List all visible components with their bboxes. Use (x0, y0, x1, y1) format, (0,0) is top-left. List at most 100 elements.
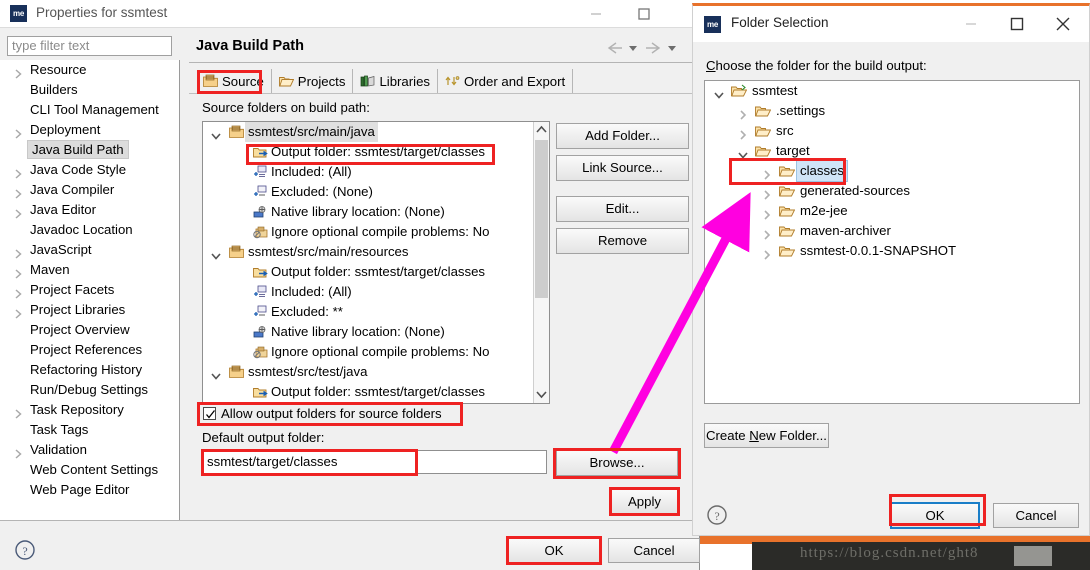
sidebar-item-java-code-style[interactable]: Java Code Style (0, 160, 179, 180)
sidebar-item-project-facets[interactable]: Project Facets (0, 280, 179, 300)
tree-row[interactable]: Excluded: (None) (203, 182, 549, 202)
sidebar-item-task-repository[interactable]: Task Repository (0, 400, 179, 420)
source-folders-tree-rows[interactable]: ssmtest/src/main/java Output folder: ssmt… (203, 122, 549, 402)
scroll-thumb[interactable] (535, 140, 548, 298)
tab-source[interactable]: Source (196, 69, 272, 93)
folder-tree-row[interactable]: maven-archiver (705, 221, 1079, 241)
tree-row[interactable]: Ignore optional compile problems: No (203, 342, 549, 362)
tree-row[interactable]: Output folder: ssmtest/target/classes (203, 262, 549, 282)
settings-sidebar[interactable]: Resource Builders CLI Tool Management Deplo… (0, 60, 180, 520)
chevron-right-icon[interactable] (14, 245, 23, 259)
chevron-right-icon[interactable] (14, 165, 23, 179)
ok-button[interactable]: OK (508, 538, 600, 563)
sidebar-item-resource[interactable]: Resource (0, 60, 179, 80)
chevron-right-icon[interactable] (14, 185, 23, 199)
chevron-right-icon[interactable] (762, 226, 772, 240)
link-source-button[interactable]: Link Source... (556, 155, 689, 181)
tab-projects[interactable]: Projects (272, 69, 354, 93)
sidebar-item-validation[interactable]: Validation (0, 440, 179, 460)
cancel-button[interactable]: Cancel (608, 538, 700, 563)
chevron-right-icon[interactable] (14, 205, 23, 219)
chevron-right-icon[interactable] (14, 125, 23, 139)
page-nav-arrows[interactable] (605, 40, 689, 59)
chevron-right-icon[interactable] (14, 405, 23, 419)
sidebar-item-project-libraries[interactable]: Project Libraries (0, 300, 179, 320)
folder-tree-row[interactable]: classes (705, 160, 1079, 182)
folder-tree[interactable]: ssmtest .settings src target classes generate… (704, 80, 1080, 404)
chevron-right-icon[interactable] (762, 206, 772, 220)
filter-input[interactable]: type filter text (7, 36, 172, 56)
sidebar-item-deployment[interactable]: Deployment (0, 120, 179, 140)
tree-row[interactable]: Excluded: ** (203, 302, 549, 322)
tree-row[interactable]: ssmtest/src/test/java (203, 362, 549, 382)
sidebar-item-java-compiler[interactable]: Java Compiler (0, 180, 179, 200)
tree-row[interactable]: Ignore optional compile problems: No (203, 222, 549, 242)
dialog-close-button[interactable] (1040, 6, 1086, 42)
chevron-right-icon[interactable] (14, 305, 23, 319)
add-folder-button[interactable]: Add Folder... (556, 123, 689, 149)
sidebar-item-java-build-path[interactable]: Java Build Path (0, 140, 179, 160)
folder-tree-row[interactable]: m2e-jee (705, 201, 1079, 221)
tree-row[interactable]: Output folder: ssmtest/target/classes (203, 142, 549, 162)
sidebar-item-task-tags[interactable]: Task Tags (0, 420, 179, 440)
tree-vertical-scrollbar[interactable] (533, 122, 549, 403)
chevron-right-icon[interactable] (762, 186, 772, 200)
chevron-right-icon[interactable] (762, 246, 772, 260)
sidebar-item-cli-tool-management[interactable]: CLI Tool Management (0, 100, 179, 120)
sidebar-item-builders[interactable]: Builders (0, 80, 179, 100)
chevron-right-icon[interactable] (14, 265, 23, 279)
tab-libraries[interactable]: Libraries (353, 69, 439, 93)
chevron-right-icon[interactable] (14, 65, 23, 79)
sidebar-item-run-debug-settings[interactable]: Run/Debug Settings (0, 380, 179, 400)
folder-tree-row[interactable]: .settings (705, 101, 1079, 121)
scroll-down-icon[interactable] (534, 386, 549, 403)
tree-row[interactable]: Native library location: (None) (203, 322, 549, 342)
maximize-button[interactable] (621, 0, 667, 28)
dialog-maximize-button[interactable] (994, 6, 1040, 42)
sidebar-item-web-page-editor[interactable]: Web Page Editor (0, 480, 179, 500)
chevron-down-icon[interactable] (211, 247, 221, 260)
sidebar-item-javadoc-location[interactable]: Javadoc Location (0, 220, 179, 240)
chevron-down-icon[interactable] (738, 146, 748, 159)
tree-row[interactable]: Included: (All) (203, 282, 549, 302)
sidebar-item-project-references[interactable]: Project References (0, 340, 179, 360)
create-new-folder-button[interactable]: Create New Folder... (704, 423, 829, 448)
folder-tree-row[interactable]: target (705, 141, 1079, 161)
sidebar-item-javascript[interactable]: JavaScript (0, 240, 179, 260)
chevron-down-icon[interactable] (211, 127, 221, 140)
chevron-down-icon[interactable] (714, 86, 724, 99)
sidebar-item-maven[interactable]: Maven (0, 260, 179, 280)
tree-row[interactable]: Native library location: (None) (203, 202, 549, 222)
folder-tree-row[interactable]: src (705, 121, 1079, 141)
sidebar-item-project-overview[interactable]: Project Overview (0, 320, 179, 340)
dialog-minimize-button[interactable] (948, 6, 994, 42)
allow-output-folders-checkbox[interactable]: Allow output folders for source folders (202, 405, 442, 423)
chevron-right-icon[interactable] (14, 445, 23, 459)
scroll-up-icon[interactable] (534, 122, 549, 139)
apply-button[interactable]: Apply (611, 489, 678, 514)
chevron-right-icon[interactable] (14, 285, 23, 299)
dialog-cancel-button[interactable]: Cancel (993, 503, 1079, 528)
tree-row[interactable]: Output folder: ssmtest/target/classes (203, 382, 549, 402)
remove-button[interactable]: Remove (556, 228, 689, 254)
dialog-help-icon[interactable]: ? (706, 504, 728, 529)
folder-tree-row[interactable]: ssmtest-0.0.1-SNAPSHOT (705, 241, 1079, 261)
chevron-right-icon[interactable] (738, 126, 748, 140)
sidebar-item-web-content-settings[interactable]: Web Content Settings (0, 460, 179, 480)
source-folders-tree[interactable]: ssmtest/src/main/java Output folder: ssmt… (202, 121, 550, 404)
sidebar-item-java-editor[interactable]: Java Editor (0, 200, 179, 220)
sidebar-item-refactoring-history[interactable]: Refactoring History (0, 360, 179, 380)
edit-button[interactable]: Edit... (556, 196, 689, 222)
chevron-down-icon[interactable] (211, 367, 221, 380)
folder-tree-row[interactable]: ssmtest (705, 81, 1079, 101)
chevron-right-icon[interactable] (738, 106, 748, 120)
build-path-tabs[interactable]: Source Projects Libraries Order and Export (196, 69, 574, 93)
browse-button[interactable]: Browse... (556, 450, 678, 476)
tree-row[interactable]: ssmtest/src/main/resources (203, 242, 549, 262)
chevron-right-icon[interactable] (762, 166, 772, 180)
folder-tree-row[interactable]: generated-sources (705, 181, 1079, 201)
help-icon[interactable]: ? (14, 539, 36, 564)
tree-row[interactable]: ssmtest/src/main/java (203, 122, 549, 142)
minimize-button[interactable] (573, 0, 619, 28)
dialog-ok-button[interactable]: OK (890, 502, 980, 529)
